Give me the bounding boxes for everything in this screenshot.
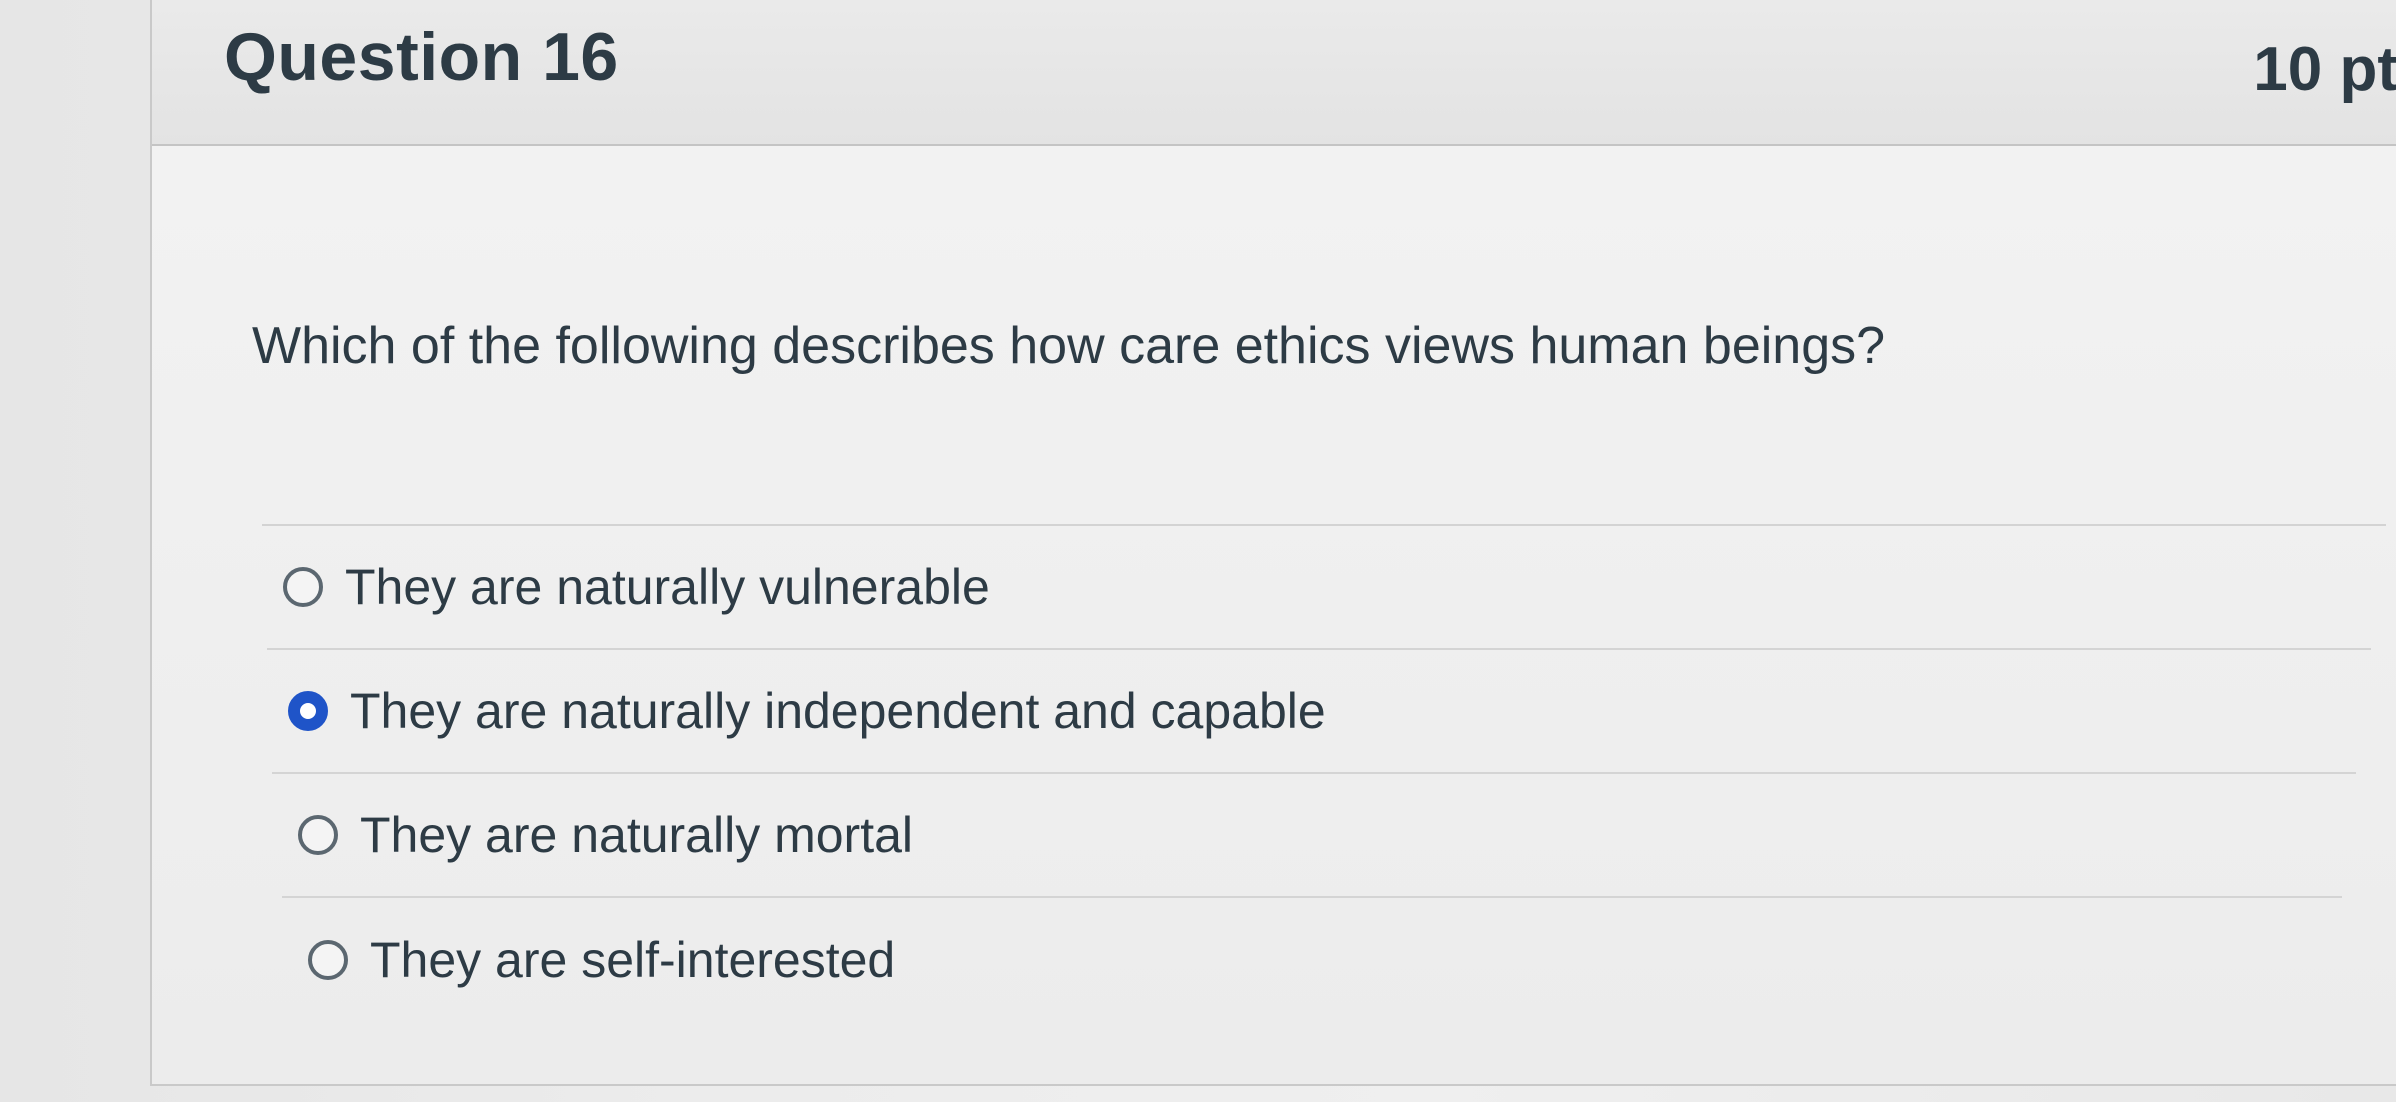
answer-label[interactable]: They are naturally vulnerable bbox=[345, 558, 990, 616]
answer-option[interactable]: They are self-interested bbox=[292, 898, 2332, 1022]
radio-button[interactable] bbox=[283, 567, 323, 607]
answer-label[interactable]: They are self-interested bbox=[370, 931, 895, 989]
answer-label[interactable]: They are naturally mortal bbox=[360, 806, 913, 864]
question-points: 10 pt bbox=[2253, 35, 2396, 104]
question-body: Which of the following describes how car… bbox=[152, 146, 2396, 1084]
answer-option[interactable]: They are naturally mortal bbox=[282, 774, 2342, 898]
radio-button-selected[interactable] bbox=[288, 691, 328, 731]
radio-button[interactable] bbox=[308, 940, 348, 980]
answer-option[interactable]: They are naturally vulnerable bbox=[267, 526, 2371, 650]
question-header: Question 16 10 pt bbox=[152, 0, 2396, 146]
radio-button[interactable] bbox=[298, 815, 338, 855]
question-text: Which of the following describes how car… bbox=[252, 317, 1886, 375]
answer-option[interactable]: They are naturally independent and capab… bbox=[272, 650, 2356, 774]
answer-label[interactable]: They are naturally independent and capab… bbox=[350, 682, 1326, 740]
question-card: Question 16 10 pt Which of the following… bbox=[150, 0, 2396, 1086]
question-title: Question 16 bbox=[224, 19, 619, 95]
